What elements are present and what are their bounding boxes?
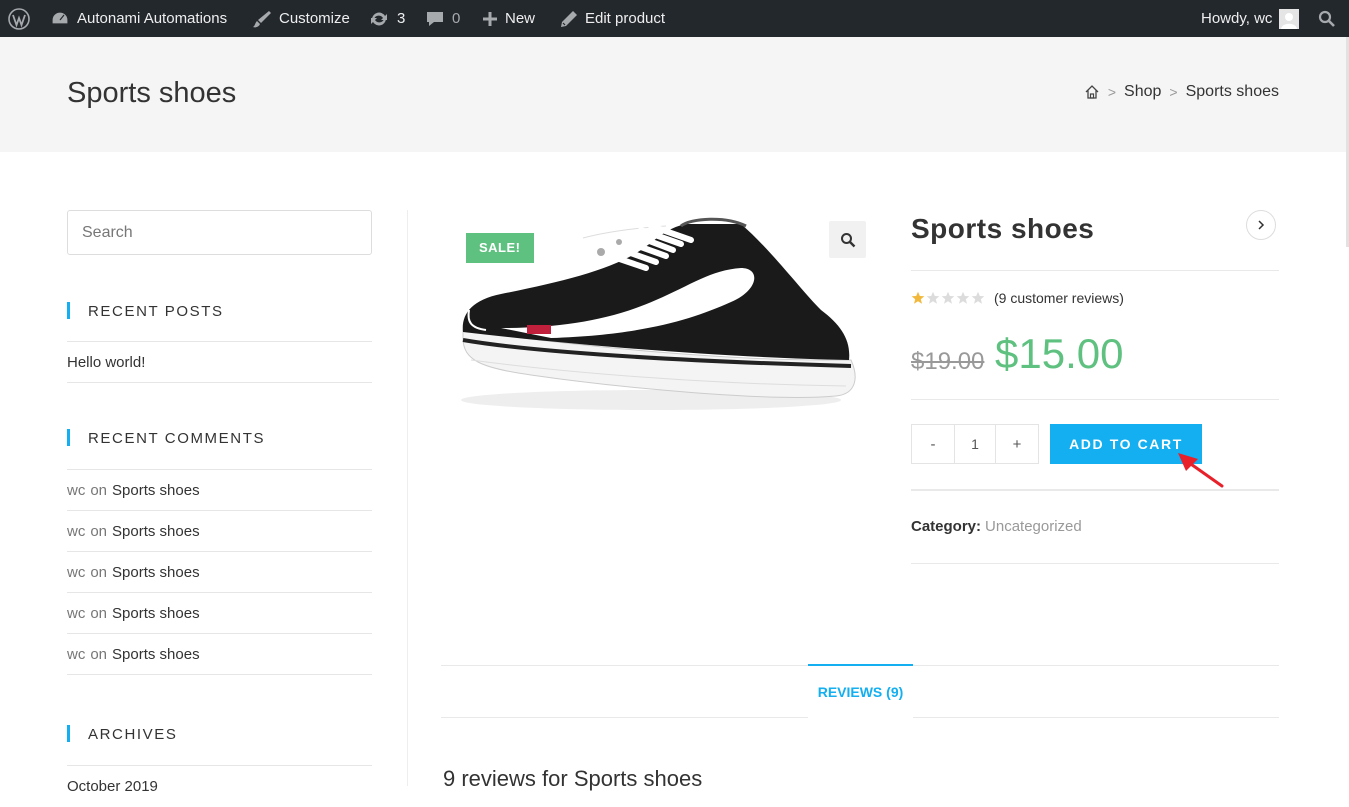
list-item: wc on Sports shoes	[67, 510, 372, 551]
edit-product-link[interactable]: Edit product	[560, 0, 665, 37]
star-icon	[941, 291, 955, 304]
comment-on: on	[90, 563, 108, 581]
new-label: New	[505, 10, 536, 27]
star-icon	[971, 291, 985, 304]
divider	[911, 270, 1279, 271]
product-gallery: SALE!	[441, 210, 866, 440]
comment-author: wc	[67, 645, 86, 663]
breadcrumb: > Shop > Sports shoes	[1084, 83, 1279, 101]
breadcrumb-separator: >	[1169, 84, 1178, 100]
comment-on: on	[90, 645, 108, 663]
recent-comments-list: wc on Sports shoes wc on Sports shoes wc on Sp…	[67, 469, 372, 675]
product-title: Sports shoes	[911, 213, 1095, 244]
pencil-icon	[561, 10, 577, 27]
tab-reviews[interactable]: REVIEWS (9)	[808, 664, 913, 718]
star-icon	[926, 291, 940, 304]
breadcrumb-current: Sports shoes	[1185, 83, 1279, 100]
customize-link[interactable]: Customize	[252, 0, 350, 37]
plus-icon	[483, 11, 497, 26]
star-rating	[911, 291, 985, 305]
red-arrow-icon	[1178, 453, 1224, 488]
sale-price: $15.00	[995, 330, 1124, 377]
breadcrumb-separator: >	[1107, 84, 1117, 100]
customize-label: Customize	[279, 10, 350, 27]
list-item: wc on Sports shoes	[67, 633, 372, 675]
comments-link[interactable]: 0	[425, 0, 460, 37]
chevron-right-icon	[1258, 220, 1265, 230]
search-input[interactable]	[67, 210, 372, 255]
site-name-label: Autonami Automations	[77, 10, 228, 27]
qty-minus-button[interactable]: -	[912, 425, 954, 463]
comment-post-link[interactable]: Sports shoes	[112, 646, 200, 663]
recent-posts-list: Hello world!	[67, 341, 372, 383]
site-name-menu[interactable]: Autonami Automations	[50, 0, 227, 37]
list-item[interactable]: October 2019	[67, 765, 372, 807]
comment-author: wc	[67, 604, 86, 622]
comment-post-link[interactable]: Sports shoes	[112, 564, 200, 581]
star-icon	[911, 291, 925, 304]
wordpress-logo-icon[interactable]	[8, 0, 30, 37]
reviews-link[interactable]: (9 customer reviews)	[994, 290, 1124, 306]
howdy-label: Howdy, wc	[1201, 10, 1273, 27]
regular-price: $19.00	[911, 348, 985, 375]
magnifier-icon	[840, 232, 855, 247]
admin-search-icon[interactable]	[1318, 0, 1336, 37]
comments-count: 0	[452, 10, 461, 27]
avatar	[1279, 8, 1300, 29]
product-category: Category: Uncategorized	[911, 518, 1082, 535]
comment-post-link[interactable]: Sports shoes	[112, 605, 200, 622]
comment-on: on	[90, 481, 108, 499]
comment-post-link[interactable]: Sports shoes	[112, 523, 200, 540]
list-item: wc on Sports shoes	[67, 469, 372, 510]
category-label: Category:	[911, 518, 982, 535]
list-item: wc on Sports shoes	[67, 592, 372, 633]
list-item[interactable]: Hello world!	[67, 341, 372, 383]
recent-posts-title: RECENT POSTS	[67, 302, 224, 320]
admin-bar: Autonami Automations Customize 3 0 New E…	[0, 0, 1349, 37]
comment-icon	[427, 11, 443, 26]
page-title: Sports shoes	[67, 77, 237, 109]
divider	[911, 399, 1279, 400]
category-link[interactable]: Uncategorized	[985, 518, 1082, 535]
product-rating: (9 customer reviews)	[911, 290, 1124, 306]
quantity-input[interactable]	[954, 425, 996, 463]
comment-author: wc	[67, 563, 86, 581]
star-icon	[956, 291, 970, 304]
archives-list: October 2019	[67, 765, 372, 807]
recent-comments-title: RECENT COMMENTS	[67, 429, 265, 447]
dashboard-icon	[51, 10, 69, 25]
comment-post-link[interactable]: Sports shoes	[112, 482, 200, 499]
comment-on: on	[90, 604, 108, 622]
qty-plus-button[interactable]: +	[996, 425, 1038, 463]
updates-icon	[371, 12, 387, 25]
archives-title: ARCHIVES	[67, 725, 178, 743]
comment-author: wc	[67, 481, 86, 499]
sidebar-divider	[407, 210, 408, 786]
my-account-menu[interactable]: Howdy, wc	[1201, 0, 1300, 37]
post-link[interactable]: Hello world!	[67, 354, 145, 371]
comment-on: on	[90, 522, 108, 540]
updates-count: 3	[397, 10, 406, 27]
sale-badge: SALE!	[466, 233, 534, 263]
edit-product-label: Edit product	[585, 10, 666, 27]
comment-author: wc	[67, 522, 86, 540]
divider	[911, 563, 1279, 564]
zoom-button[interactable]	[829, 221, 866, 258]
next-product-button[interactable]	[1246, 210, 1276, 240]
updates-link[interactable]: 3	[368, 0, 405, 37]
quantity-stepper: - +	[911, 424, 1039, 464]
reviews-heading: 9 reviews for Sports shoes	[443, 766, 703, 791]
list-item: wc on Sports shoes	[67, 551, 372, 592]
page-header: Sports shoes > Shop > Sports shoes	[0, 37, 1349, 152]
brush-icon	[253, 10, 271, 27]
home-icon[interactable]	[1084, 84, 1100, 100]
breadcrumb-shop[interactable]: Shop	[1124, 83, 1161, 101]
new-content-link[interactable]: New	[482, 0, 535, 37]
sidebar: RECENT POSTS Hello world! RECENT COMMENT…	[67, 210, 372, 795]
archive-link[interactable]: October 2019	[67, 778, 158, 795]
